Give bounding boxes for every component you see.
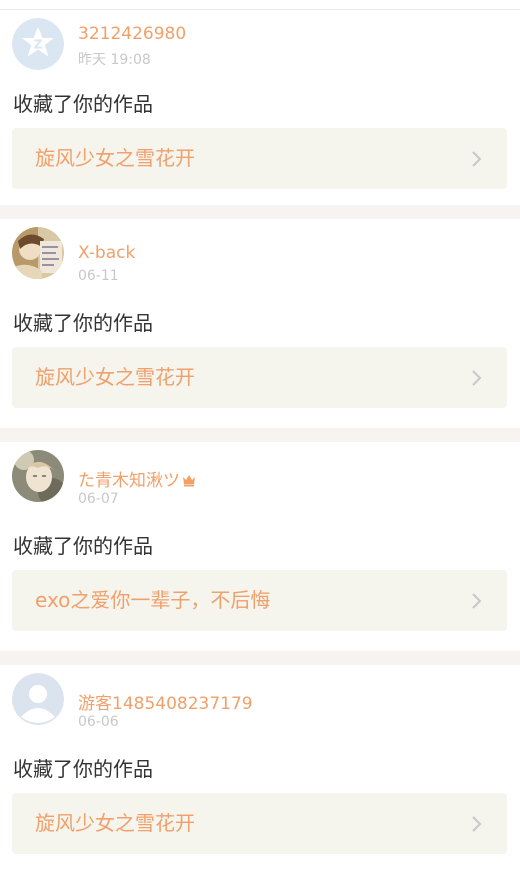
username[interactable]: 3212426980 [78, 24, 186, 44]
timestamp: 06-11 [78, 268, 119, 284]
item-separator [0, 428, 520, 442]
timestamp: 昨天 19:08 [78, 52, 151, 68]
crown-icon [182, 472, 196, 492]
action-text: 收藏了你的作品 [13, 311, 153, 335]
work-card[interactable]: 旋风少女之雪花开 [12, 793, 507, 854]
action-text: 收藏了你的作品 [13, 534, 153, 558]
avatar[interactable] [12, 450, 64, 502]
list-item: X-back 06-11 收藏了你的作品 旋风少女之雪花开 [0, 219, 520, 428]
chevron-right-icon [469, 150, 485, 168]
chevron-right-icon [469, 592, 485, 610]
username-text: た青木知湫ツ [78, 471, 180, 491]
qzone-star-avatar-icon[interactable]: Z [12, 18, 64, 70]
timestamp: 06-07 [78, 491, 119, 507]
avatar[interactable] [12, 227, 64, 279]
work-card[interactable]: 旋风少女之雪花开 [12, 128, 507, 189]
list-item: Z 3212426980 昨天 19:08 收藏了你的作品 旋风少女之雪花开 [0, 10, 520, 205]
item-separator [0, 205, 520, 219]
item-separator [0, 651, 520, 665]
svg-text:Z: Z [34, 38, 43, 52]
work-card[interactable]: 旋风少女之雪花开 [12, 347, 507, 408]
work-title: exo之爱你一辈子，不后悔 [35, 588, 271, 612]
notification-feed: Z 3212426980 昨天 19:08 收藏了你的作品 旋风少女之雪花开 X… [0, 10, 520, 883]
work-title: 旋风少女之雪花开 [35, 365, 195, 389]
action-text: 收藏了你的作品 [13, 757, 153, 781]
work-title: 旋风少女之雪花开 [35, 811, 195, 835]
username[interactable]: た青木知湫ツ [78, 466, 196, 492]
work-title: 旋风少女之雪花开 [35, 146, 195, 170]
timestamp: 06-06 [78, 714, 119, 730]
list-item: た青木知湫ツ 06-07 收藏了你的作品 exo之爱你一辈子，不后悔 [0, 442, 520, 651]
chevron-right-icon [469, 369, 485, 387]
action-text: 收藏了你的作品 [13, 92, 153, 116]
work-card[interactable]: exo之爱你一辈子，不后悔 [12, 570, 507, 631]
top-divider [0, 0, 520, 10]
default-user-avatar-icon[interactable] [12, 673, 64, 725]
username[interactable]: 游客1485408237179 [78, 689, 253, 714]
chevron-right-icon [469, 815, 485, 833]
username[interactable]: X-back [78, 243, 135, 263]
list-item: 游客1485408237179 06-06 收藏了你的作品 旋风少女之雪花开 [0, 665, 520, 883]
